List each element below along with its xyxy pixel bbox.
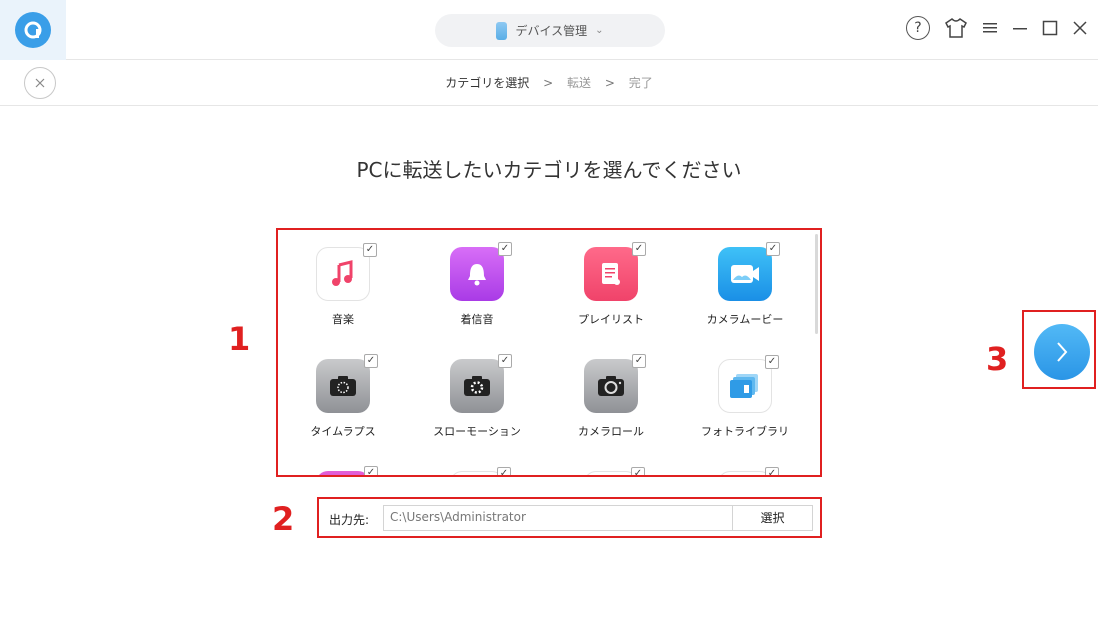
category-checkbox[interactable]: ✓ [498,242,512,256]
timelapse-icon: ✓ [316,354,378,413]
chevron-down-icon: ⌄ [595,25,604,36]
minimize-icon[interactable] [1012,21,1028,35]
skin-icon[interactable] [944,17,968,39]
category-tile-icon: ✓ [584,467,645,475]
next-button-panel [1022,310,1096,389]
category-ringtone[interactable]: ✓ 着信音 [422,238,532,327]
category-label: プレイリスト [578,313,644,326]
category-partial[interactable]: ✓ [690,462,800,475]
output-path-panel: 出力先: C:\Users\Administrator 選択 [317,497,822,538]
app-logo-area [0,0,66,60]
category-playlist[interactable]: ✓ プレイリスト [556,238,666,327]
help-icon[interactable]: ? [906,16,930,40]
category-camera-movie[interactable]: ✓ カメラムービー [690,238,800,327]
next-button[interactable] [1034,324,1090,380]
category-checkbox[interactable]: ✓ [632,242,646,256]
category-label: カメラムービー [706,313,784,326]
category-label: タイムラプス [310,425,376,438]
window-controls: ? [906,16,1088,40]
camera-roll-icon: ✓ [584,354,646,413]
category-checkbox[interactable]: ✓ [765,467,779,475]
title-bar: デバイス管理 ⌄ ? [0,0,1098,60]
step-select-category: カテゴリを選択 [445,76,530,90]
step-transfer: 転送 [566,76,591,90]
maximize-icon[interactable] [1042,20,1058,36]
category-partial[interactable]: ✓ [422,462,532,475]
category-label: カメラロール [578,425,644,438]
phone-icon [496,21,508,40]
category-checkbox[interactable]: ✓ [497,467,511,475]
breadcrumb-separator: > [543,76,554,90]
music-icon: ✓ [316,243,377,301]
category-partial[interactable]: ✓ [556,462,666,475]
category-checkbox[interactable]: ✓ [363,243,377,257]
category-grid-panel: ✓ 音楽 ✓ 着信音 ✓ プレイリスト ✓ カメラムービー ✓ タイムラプス ✓… [276,228,822,477]
breadcrumb-separator: > [604,76,615,90]
category-music[interactable]: ✓ 音楽 [288,238,398,327]
breadcrumb: カテゴリを選択 > 転送 > 完了 [0,74,1098,91]
category-timelapse[interactable]: ✓ タイムラプス [288,350,398,439]
select-folder-button[interactable]: 選択 [732,505,813,531]
camera-movie-icon: ✓ [718,242,780,301]
photo-library-icon: ✓ [718,355,779,413]
category-label: 着信音 [460,313,494,326]
page-title: PCに転送したいカテゴリを選んでください [356,158,742,182]
category-checkbox[interactable]: ✓ [765,355,779,369]
category-checkbox[interactable]: ✓ [364,354,378,368]
category-checkbox[interactable]: ✓ [364,466,378,475]
category-label: フォトライブラリ [701,425,789,438]
category-partial[interactable]: ✓ [288,462,398,475]
slow-motion-icon: ✓ [450,354,512,413]
playlist-icon: ✓ [584,242,646,301]
category-label: スローモーション [433,425,521,438]
output-path-field[interactable]: C:\Users\Administrator [383,505,733,531]
close-icon[interactable] [1072,20,1088,36]
category-tile-icon: ✓ [316,466,378,475]
step-bar: カテゴリを選択 > 転送 > 完了 [0,60,1098,106]
category-slow-motion[interactable]: ✓ スローモーション [422,350,532,439]
ringtone-icon: ✓ [450,242,512,301]
category-checkbox[interactable]: ✓ [631,467,645,475]
annotation-3: 3 [986,340,1009,378]
output-label: 出力先: [329,513,370,527]
category-label: 音楽 [332,313,354,326]
category-tile-icon: ✓ [450,467,511,475]
category-camera-roll[interactable]: ✓ カメラロール [556,350,666,439]
category-photo-library[interactable]: ✓ フォトライブラリ [690,350,800,439]
category-checkbox[interactable]: ✓ [632,354,646,368]
menu-icon[interactable] [982,21,998,35]
chevron-right-icon [1057,342,1068,362]
device-manager-dropdown[interactable]: デバイス管理 ⌄ [435,14,665,47]
category-checkbox[interactable]: ✓ [498,354,512,368]
device-manager-label: デバイス管理 [515,24,588,38]
step-complete: 完了 [628,76,653,90]
scrollbar[interactable] [815,234,818,334]
annotation-1: 1 [228,320,251,358]
annotation-2: 2 [272,500,295,538]
category-tile-icon: ✓ [718,467,779,475]
category-checkbox[interactable]: ✓ [766,242,780,256]
app-logo-icon [15,12,51,48]
